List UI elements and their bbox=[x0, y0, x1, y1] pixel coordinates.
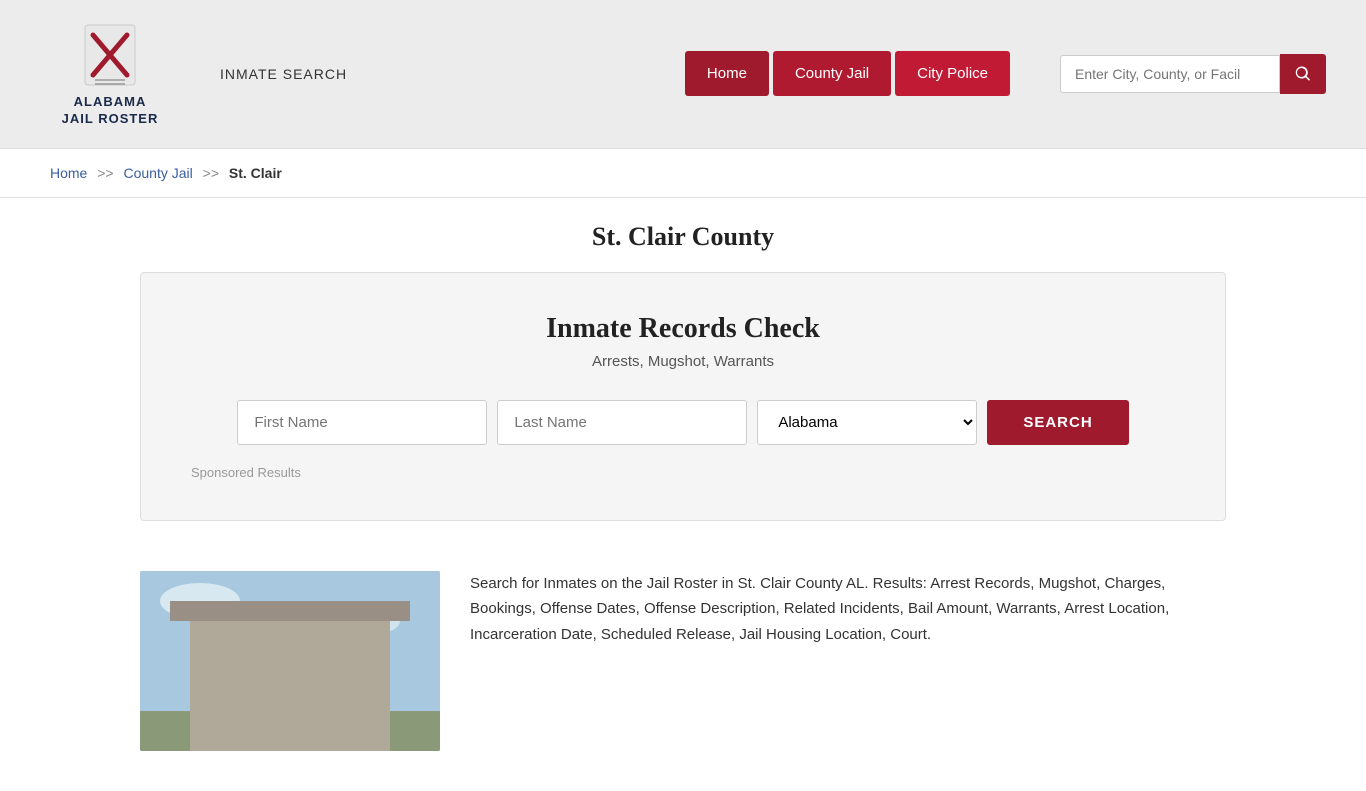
breadcrumb-area: Home >> County Jail >> St. Clair bbox=[0, 149, 1366, 198]
last-name-input[interactable] bbox=[497, 400, 747, 445]
breadcrumb: Home >> County Jail >> St. Clair bbox=[50, 165, 1316, 181]
breadcrumb-current: St. Clair bbox=[229, 165, 282, 181]
inmate-search-link[interactable]: INMATE SEARCH bbox=[220, 66, 347, 82]
logo-area: ALABAMA JAIL ROSTER bbox=[40, 20, 180, 128]
breadcrumb-separator-1: >> bbox=[97, 165, 113, 181]
sponsored-results-label: Sponsored Results bbox=[181, 465, 1185, 480]
search-records-button[interactable]: SEARCH bbox=[987, 400, 1128, 445]
main-content: Inmate Records Check Arrests, Mugshot, W… bbox=[0, 272, 1366, 791]
records-check-title: Inmate Records Check bbox=[181, 313, 1185, 345]
records-check-subtitle: Arrests, Mugshot, Warrants bbox=[181, 353, 1185, 370]
records-form: Alabama SEARCH bbox=[181, 400, 1185, 445]
main-nav: Home County Jail City Police bbox=[685, 51, 1010, 96]
breadcrumb-county-jail-link[interactable]: County Jail bbox=[124, 165, 193, 181]
nav-city-police-button[interactable]: City Police bbox=[895, 51, 1010, 96]
page-title-area: St. Clair County bbox=[0, 198, 1366, 272]
nav-home-button[interactable]: Home bbox=[685, 51, 769, 96]
header-search-button[interactable] bbox=[1280, 54, 1326, 94]
site-header: ALABAMA JAIL ROSTER INMATE SEARCH Home C… bbox=[0, 0, 1366, 149]
state-select[interactable]: Alabama bbox=[757, 400, 977, 445]
header-search-input[interactable] bbox=[1060, 55, 1280, 93]
logo-icon bbox=[75, 20, 145, 90]
nav-county-jail-button[interactable]: County Jail bbox=[773, 51, 891, 96]
page-title: St. Clair County bbox=[20, 222, 1346, 252]
description-text: Search for Inmates on the Jail Roster in… bbox=[470, 571, 1226, 751]
logo-text: ALABAMA JAIL ROSTER bbox=[62, 94, 159, 128]
breadcrumb-home-link[interactable]: Home bbox=[50, 165, 87, 181]
bottom-section: Search for Inmates on the Jail Roster in… bbox=[50, 551, 1316, 761]
courthouse-image bbox=[140, 571, 440, 751]
first-name-input[interactable] bbox=[237, 400, 487, 445]
search-icon bbox=[1294, 65, 1312, 83]
breadcrumb-separator-2: >> bbox=[203, 165, 219, 181]
header-search-bar bbox=[1060, 54, 1326, 94]
records-check-box: Inmate Records Check Arrests, Mugshot, W… bbox=[140, 272, 1226, 521]
